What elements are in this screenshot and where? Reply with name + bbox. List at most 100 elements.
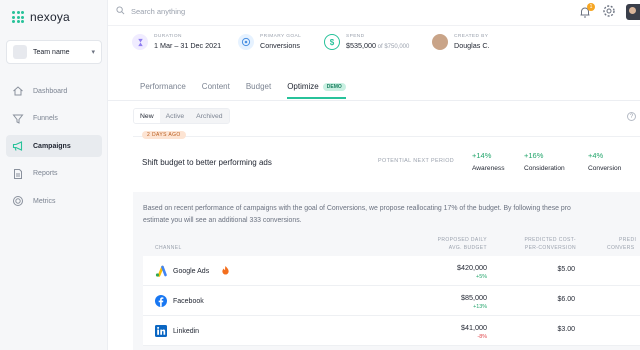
goal-value: Conversions xyxy=(260,41,300,50)
sidebar-item-campaigns[interactable]: Campaigns xyxy=(6,135,102,157)
header-cost-per-conversion: PREDICTED COST- PER-CONVERSION xyxy=(524,237,576,251)
search-icon xyxy=(116,6,125,17)
optimization-title: Shift budget to better performing ads xyxy=(142,158,272,167)
sidebar-item-reports[interactable]: Reports xyxy=(6,163,102,185)
sidebar-item-metrics[interactable]: Metrics xyxy=(6,190,102,212)
impact-conversion: +4% Conversion xyxy=(588,151,621,172)
budget-value: $420,000 xyxy=(457,263,487,272)
channel-table: Google Ads $420,000 +5% $5.00 Facebook $8… xyxy=(143,256,640,346)
tab-optimize[interactable]: Optimize DEMO xyxy=(287,82,346,99)
creator-avatar xyxy=(432,34,448,50)
sidebar-item-label: Metrics xyxy=(33,197,56,205)
duration-value: 1 Mar – 31 Dec 2021 xyxy=(154,41,222,50)
header-conversions: PREDI CONVERS xyxy=(607,237,637,251)
fire-icon xyxy=(221,265,230,277)
channel-name: Google Ads xyxy=(173,267,210,275)
duration-label: DURATION xyxy=(154,34,182,39)
hourglass-icon xyxy=(132,34,148,50)
spend-total: of $750,000 xyxy=(375,44,410,50)
team-selector[interactable]: Team name ▾ xyxy=(6,40,102,64)
tabs-divider xyxy=(108,100,640,101)
impact-value: +4% xyxy=(588,151,604,160)
google-ads-icon xyxy=(155,265,167,277)
megaphone-icon xyxy=(12,140,24,152)
sidebar-item-dashboard[interactable]: Dashboard xyxy=(6,80,102,102)
impact-awareness: +14% Awareness xyxy=(472,151,505,172)
channel-name: Facebook xyxy=(173,297,204,305)
home-icon xyxy=(12,85,24,97)
tab-optimize-label: Optimize xyxy=(287,82,319,91)
campaign-meta: DURATION 1 Mar – 31 Dec 2021 PRIMARY GOA… xyxy=(132,34,490,50)
funnel-icon xyxy=(12,113,24,125)
top-bar: Search anything 1 xyxy=(108,0,640,26)
search-input[interactable]: Search anything xyxy=(131,7,185,16)
sidebar-item-label: Reports xyxy=(33,170,58,177)
budget-value: $85,000 xyxy=(461,293,487,302)
table-row[interactable]: Facebook $85,000 +13% $6.00 xyxy=(143,286,640,316)
budget-value: $41,000 xyxy=(461,323,487,332)
impact-consideration: +16% Consideration xyxy=(524,151,565,172)
sidebar-nav: Dashboard Funnels Campaigns Reports Metr… xyxy=(6,80,102,218)
age-badge: 2 DAYS AGO xyxy=(142,131,186,139)
tab-content[interactable]: Content xyxy=(202,82,230,99)
impact-label: Awareness xyxy=(472,165,505,172)
subtab-archived[interactable]: Archived xyxy=(190,109,229,123)
table-row[interactable]: Linkedin $41,000 -8% $3.00 xyxy=(143,316,640,346)
linkedin-icon xyxy=(155,325,167,337)
cost-per-conversion: $6.00 xyxy=(557,296,575,303)
tab-budget[interactable]: Budget xyxy=(246,82,271,99)
subtab-new[interactable]: New xyxy=(134,109,160,123)
impact-label: Consideration xyxy=(524,165,565,172)
app-name: nexoya xyxy=(30,10,70,24)
nexoya-logo-icon xyxy=(12,11,24,23)
cost-per-conversion: $5.00 xyxy=(557,266,575,273)
sidebar-item-label: Funnels xyxy=(33,115,58,122)
header-budget: PROPOSED DAILY AVG. BUDGET xyxy=(437,237,487,251)
spend-info: $ SPEND $535,000 of $750,000 xyxy=(324,34,432,50)
status-filter: New Active Archived xyxy=(133,108,230,124)
report-icon xyxy=(12,168,24,180)
dollar-icon: $ xyxy=(324,34,340,50)
goal-label: PRIMARY GOAL xyxy=(260,34,302,39)
top-right-actions: 1 xyxy=(578,3,640,21)
sidebar-item-funnels[interactable]: Funnels xyxy=(6,108,102,130)
description-line-1: Based on recent performance of campaigns… xyxy=(143,205,571,212)
sidebar-item-label: Campaigns xyxy=(33,142,71,150)
tab-performance[interactable]: Performance xyxy=(140,82,186,99)
impact-value: +16% xyxy=(524,151,544,160)
team-avatar xyxy=(13,45,27,59)
help-icon[interactable]: ? xyxy=(627,112,636,121)
budget-delta: +13% xyxy=(473,304,487,310)
duration-info: DURATION 1 Mar – 31 Dec 2021 xyxy=(132,34,238,50)
team-name: Team name xyxy=(33,48,70,56)
budget-delta: -8% xyxy=(477,334,487,340)
bell-icon xyxy=(578,7,592,21)
cost-per-conversion: $3.00 xyxy=(557,326,575,333)
notifications-button[interactable]: 1 xyxy=(578,3,595,21)
search-bar[interactable]: Search anything xyxy=(116,6,185,17)
goal-info: PRIMARY GOAL Conversions xyxy=(238,34,324,50)
card-divider xyxy=(133,136,640,137)
campaign-tabs: Performance Content Budget Optimize DEMO xyxy=(140,82,362,99)
table-row[interactable]: Google Ads $420,000 +5% $5.00 xyxy=(143,256,640,286)
metrics-icon xyxy=(12,195,24,207)
sidebar: nexoya Team name ▾ Dashboard Funnels Cam… xyxy=(0,0,108,350)
creator-label: CREATED BY xyxy=(454,34,489,39)
creator-info: CREATED BY Douglas C. xyxy=(432,34,490,50)
sidebar-item-label: Dashboard xyxy=(33,87,68,95)
user-avatar[interactable] xyxy=(626,4,640,20)
target-icon xyxy=(238,34,254,50)
gear-icon[interactable] xyxy=(602,4,616,20)
demo-badge: DEMO xyxy=(322,82,346,91)
impact-value: +14% xyxy=(472,151,492,160)
spend-value: $535,000 xyxy=(346,41,376,50)
facebook-icon xyxy=(155,295,167,307)
app-logo[interactable]: nexoya xyxy=(12,10,70,24)
creator-value: Douglas C. xyxy=(454,41,490,50)
subtab-active[interactable]: Active xyxy=(159,109,191,123)
budget-delta: +5% xyxy=(476,274,487,280)
potential-label: POTENTIAL NEXT PERIOD xyxy=(378,158,455,164)
chevron-down-icon: ▾ xyxy=(91,49,95,56)
header-channel: CHANNEL xyxy=(155,245,182,251)
channel-name: Linkedin xyxy=(173,327,200,335)
